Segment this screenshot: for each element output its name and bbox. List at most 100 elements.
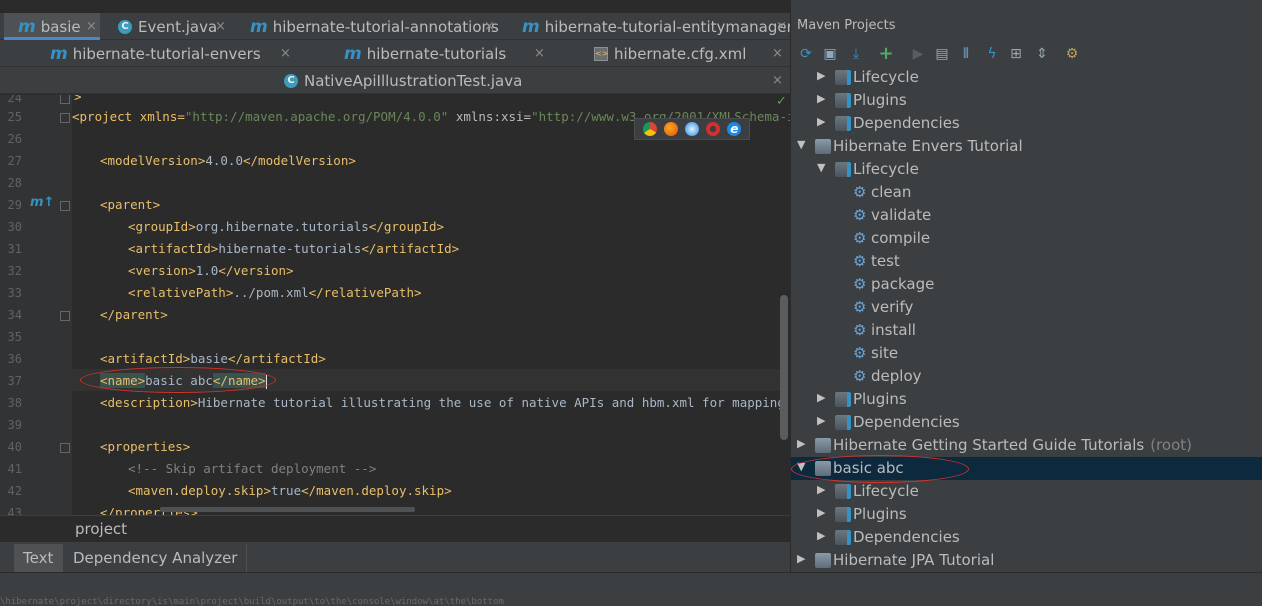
firefox-icon[interactable]	[663, 122, 678, 136]
lifecycle-goal-icon: ⚙	[853, 298, 867, 316]
tab-hibernate-tutorials[interactable]: m hibernate-tutorials ×	[330, 40, 552, 67]
tree-item[interactable]: ▶ Dependencies	[791, 526, 1262, 549]
tree-item[interactable]: ▶ Plugins	[791, 89, 1262, 112]
tab-native-api-illustration-test[interactable]: C NativeApiIllustrationTest.java ×	[270, 67, 790, 94]
close-icon[interactable]: ×	[86, 19, 97, 34]
tree-item[interactable]: ⚙ site	[791, 342, 1262, 365]
java-class-icon: C	[284, 73, 298, 88]
download-icon[interactable]: ⤓	[847, 45, 865, 63]
close-icon[interactable]: ×	[776, 19, 787, 34]
tree-item[interactable]: ⚙ validate	[791, 204, 1262, 227]
expanded-arrow-icon[interactable]: ▼	[797, 138, 805, 151]
expanded-arrow-icon[interactable]: ▼	[817, 161, 825, 174]
tree-item-label: Hibernate Getting Started Guide Tutorial…	[833, 436, 1145, 454]
line-number: 29	[7, 198, 22, 212]
close-icon[interactable]: ×	[484, 19, 495, 34]
fold-marker-icon[interactable]	[60, 311, 70, 321]
safari-icon[interactable]	[684, 122, 699, 136]
collapsed-arrow-icon[interactable]: ▶	[817, 69, 825, 82]
java-class-icon: C	[118, 19, 132, 34]
tree-item[interactable]: ▶ Hibernate Getting Started Guide Tutoria…	[791, 434, 1262, 457]
tab-hibernate-cfg-xml[interactable]: <> hibernate.cfg.xml ×	[580, 40, 790, 67]
close-icon[interactable]: ×	[280, 46, 291, 61]
vertical-scrollbar[interactable]	[780, 295, 788, 440]
folder-icon	[835, 93, 851, 108]
tree-item[interactable]: ▶ Plugins	[791, 388, 1262, 411]
tree-item[interactable]: ▼ Lifecycle	[791, 158, 1262, 181]
maven-projects-panel: Maven Projects ⟳ ▣ ⤓ + ▶ ▤ ⫴ ϟ ⊞ ⇕ ⚙ ▶ Li…	[790, 0, 1262, 572]
tab-hibernate-tutorial-entitymanager[interactable]: m hibernate-tutorial-entitymanager ×	[508, 13, 793, 40]
reimport-icon[interactable]: ⟳	[797, 45, 815, 63]
collapsed-arrow-icon[interactable]: ▶	[797, 552, 805, 565]
tree-item[interactable]: ▶ Lifecycle	[791, 480, 1262, 503]
code-line-42: <maven.deploy.skip>true</maven.deploy.sk…	[128, 483, 452, 498]
line-number: 43	[7, 506, 22, 515]
tree-item[interactable]: ⚙ compile	[791, 227, 1262, 250]
collapsed-arrow-icon[interactable]: ▶	[817, 506, 825, 519]
horizontal-scrollbar[interactable]	[160, 507, 415, 512]
inspection-ok-icon[interactable]: ✓	[776, 94, 787, 109]
toggle-offline-icon[interactable]: ⫴	[957, 45, 975, 63]
breadcrumb-item-project[interactable]: project	[75, 520, 127, 538]
generate-sources-icon[interactable]: ▣	[821, 45, 839, 63]
collapsed-arrow-icon[interactable]: ▶	[817, 414, 825, 427]
tree-item[interactable]: ⚙ verify	[791, 296, 1262, 319]
run-icon[interactable]: ▶	[909, 45, 927, 63]
xml-file-icon: <>	[594, 46, 608, 61]
fold-marker-icon[interactable]	[60, 443, 70, 453]
skip-tests-icon[interactable]: ϟ	[983, 45, 1001, 63]
maven-module-icon: m	[50, 43, 68, 64]
lifecycle-goal-icon: ⚙	[853, 206, 867, 224]
tree-item[interactable]: ▶ Hibernate JPA Tutorial	[791, 549, 1262, 572]
collapsed-arrow-icon[interactable]: ▶	[797, 437, 805, 450]
tree-item-label: test	[871, 252, 900, 270]
collapsed-arrow-icon[interactable]: ▶	[817, 483, 825, 496]
overrides-parent-icon[interactable]: m↑	[30, 195, 54, 210]
close-icon[interactable]: ×	[772, 73, 783, 88]
fold-marker-icon[interactable]	[60, 113, 70, 123]
close-icon[interactable]: ×	[534, 46, 545, 61]
tree-item[interactable]: ▶ Lifecycle	[791, 66, 1262, 89]
maven-module-icon: m	[344, 43, 362, 64]
tab-text[interactable]: Text	[14, 544, 64, 572]
code-editor[interactable]: > <project xmlns="http://maven.apache.or…	[72, 95, 790, 515]
close-icon[interactable]: ×	[772, 46, 783, 61]
show-dependencies-icon[interactable]: ⊞	[1007, 45, 1025, 63]
tree-item[interactable]: ⚙ test	[791, 250, 1262, 273]
chrome-icon[interactable]	[642, 122, 657, 136]
collapsed-arrow-icon[interactable]: ▶	[817, 92, 825, 105]
line-number: 39	[7, 418, 22, 432]
settings-icon[interactable]: ⚙	[1063, 45, 1081, 63]
tab-event-java[interactable]: C Event.java ×	[104, 13, 232, 40]
folder-icon	[835, 415, 851, 430]
tree-item[interactable]: ▶ Dependencies	[791, 112, 1262, 135]
fold-marker-icon[interactable]	[60, 201, 70, 211]
lifecycle-goal-icon: ⚙	[853, 344, 867, 362]
tab-dependency-analyzer[interactable]: Dependency Analyzer	[64, 544, 248, 572]
editor-area: m basie × C Event.java × m hibernate-tut…	[0, 0, 793, 572]
tree-item[interactable]: ⚙ package	[791, 273, 1262, 296]
tree-item[interactable]: ▶ Plugins	[791, 503, 1262, 526]
line-number: 37	[7, 374, 22, 388]
tab-basie[interactable]: m basie ×	[4, 13, 100, 40]
tree-item[interactable]: ▶ Dependencies	[791, 411, 1262, 434]
tree-item[interactable]: ⚙ install	[791, 319, 1262, 342]
add-icon[interactable]: +	[877, 45, 895, 63]
fold-marker-icon[interactable]	[60, 95, 70, 104]
line-number: 36	[7, 352, 22, 366]
close-icon[interactable]: ×	[215, 19, 226, 34]
tab-hibernate-tutorial-envers[interactable]: m hibernate-tutorial-envers ×	[36, 40, 298, 67]
tab-hibernate-tutorial-annotations[interactable]: m hibernate-tutorial-annotations ×	[236, 13, 504, 40]
collapsed-arrow-icon[interactable]: ▶	[817, 529, 825, 542]
tree-item[interactable]: ▼ Hibernate Envers Tutorial	[791, 135, 1262, 158]
tree-item[interactable]: ⚙ deploy	[791, 365, 1262, 388]
execute-goal-icon[interactable]: ▤	[933, 45, 951, 63]
internet-explorer-icon[interactable]: e	[727, 122, 742, 136]
collapsed-arrow-icon[interactable]: ▶	[817, 115, 825, 128]
collapse-all-icon[interactable]: ⇕	[1033, 45, 1051, 63]
tree-item-label: clean	[871, 183, 912, 201]
breadcrumb: project	[0, 515, 790, 542]
opera-icon[interactable]	[706, 122, 721, 136]
tree-item[interactable]: ⚙ clean	[791, 181, 1262, 204]
collapsed-arrow-icon[interactable]: ▶	[817, 391, 825, 404]
